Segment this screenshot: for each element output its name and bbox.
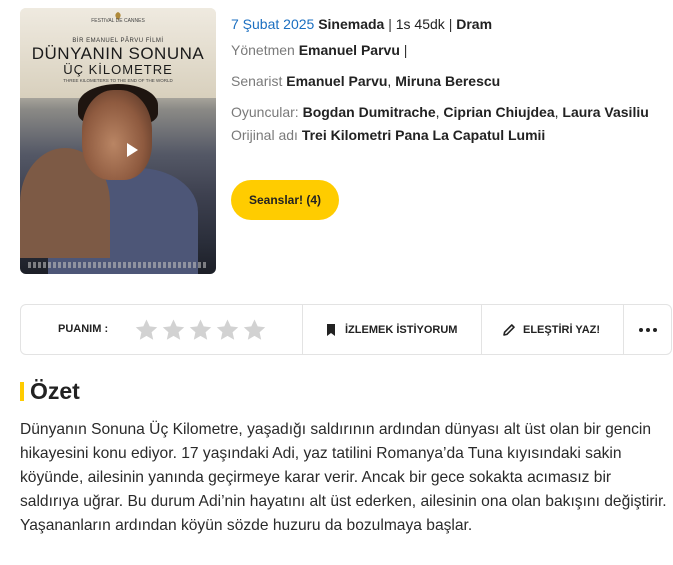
- writer-row: Senarist Emanuel Parvu, Miruna Berescu: [231, 73, 501, 89]
- cast-row: Oyuncular: Bogdan Dumitrache, Ciprian Ch…: [231, 104, 649, 120]
- release-row: 7 Şubat 2025 Sinemada | 1s 45dk | Dram: [231, 16, 493, 32]
- poster-subtitle: ÜÇ KİLOMETRE: [63, 62, 173, 77]
- star-icon[interactable]: [188, 318, 213, 342]
- play-icon: [127, 143, 138, 157]
- release-date[interactable]: 7 Şubat 2025: [231, 16, 314, 32]
- watchlist-button[interactable]: İZLEMEK İSTİYORUM: [324, 305, 457, 354]
- bookmark-icon: [327, 323, 335, 336]
- star-icon[interactable]: [134, 318, 159, 342]
- genre-link[interactable]: Dram: [456, 16, 492, 32]
- poster-figure-head: [82, 90, 152, 180]
- writer-label: Senarist: [231, 73, 283, 89]
- more-options-button[interactable]: [625, 305, 671, 354]
- star-icon[interactable]: [242, 318, 267, 342]
- director-row: Yönetmen Emanuel Parvu |: [231, 42, 408, 58]
- write-review-label: ELEŞTİRİ YAZ!: [523, 323, 601, 336]
- poster-title: DÜNYANIN SONUNA: [31, 44, 205, 63]
- cast-link[interactable]: Bogdan Dumitrache: [303, 104, 436, 120]
- poster-tagline: THREE KILOMETERS TO THE END OF THE WORLD: [63, 78, 173, 83]
- writer-link[interactable]: Emanuel Parvu: [286, 73, 387, 89]
- writer-link[interactable]: Miruna Berescu: [395, 73, 500, 89]
- summary-text: Dünyanın Sonuna Üç Kilometre, yaşadığı s…: [20, 421, 667, 534]
- poster-festival: FESTIVAL DE CANNES: [91, 18, 145, 24]
- summary-heading: Özet: [20, 378, 80, 404]
- play-trailer-button[interactable]: [118, 136, 146, 164]
- action-bar: PUANIM : İZLEMEK İSTİYORUM ELEŞTİRİ YAZ!: [20, 304, 672, 355]
- cast-label: Oyuncular:: [231, 104, 299, 120]
- write-review-button[interactable]: ELEŞTİRİ YAZ!: [502, 305, 600, 354]
- heading-accent-bar: [20, 381, 24, 401]
- cast-link[interactable]: Laura Vasiliu: [562, 104, 648, 120]
- sessions-button[interactable]: Seanslar! (4): [231, 180, 339, 220]
- star-icon[interactable]: [215, 318, 240, 342]
- movie-poster[interactable]: FESTIVAL DE CANNES BİR EMANUEL PÂRVU FİL…: [20, 8, 216, 274]
- poster-credits: [28, 262, 208, 268]
- summary-title: Özet: [30, 377, 80, 404]
- watchlist-label: İZLEMEK İSTİYORUM: [345, 323, 458, 336]
- release-status: Sinemada: [318, 16, 385, 32]
- original-title-label: Orijinal adı: [231, 127, 298, 143]
- rating-label: PUANIM :: [58, 323, 109, 335]
- star-icon[interactable]: [161, 318, 186, 342]
- director-label: Yönetmen: [231, 42, 295, 58]
- movie-info: 7 Şubat 2025 Sinemada | 1s 45dk | Dram Y…: [231, 14, 651, 146]
- director-link[interactable]: Emanuel Parvu: [299, 42, 400, 58]
- original-title-row: Orijinal adı Trei Kilometri Pana La Capa…: [231, 125, 651, 146]
- more-icon: [639, 327, 657, 332]
- star-rating[interactable]: [134, 318, 267, 342]
- duration: 1s 45dk: [395, 16, 445, 32]
- pencil-icon: [503, 323, 515, 336]
- original-title: Trei Kilometri Pana La Capatul Lumii: [301, 127, 546, 143]
- cast-link[interactable]: Ciprian Chiujdea: [443, 104, 554, 120]
